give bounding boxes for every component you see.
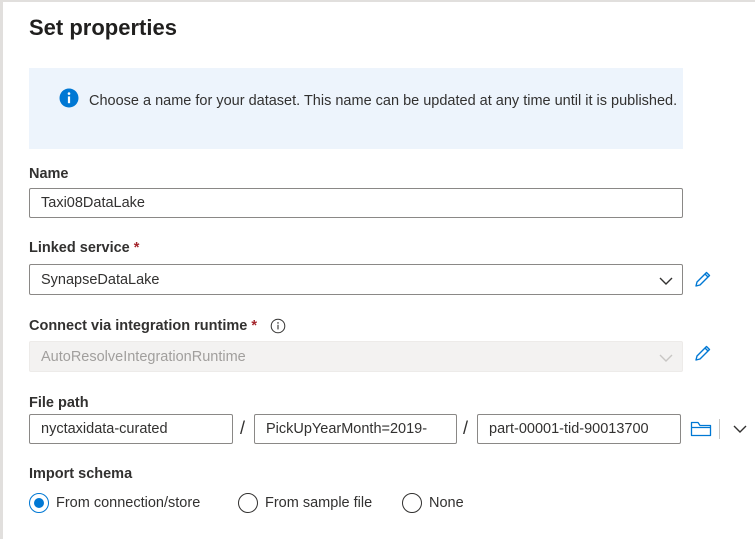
edit-linked-service-button[interactable] <box>691 267 715 291</box>
radio-label: From sample file <box>265 495 373 511</box>
integration-runtime-label-text: Connect via integration runtime <box>29 318 248 334</box>
chevron-down-icon <box>659 354 673 362</box>
folder-icon <box>690 421 712 437</box>
radio-circle <box>238 493 258 513</box>
integration-runtime-value: AutoResolveIntegrationRuntime <box>41 348 246 365</box>
radio-circle <box>29 493 49 513</box>
radio-from-connection-store[interactable]: From connection/store <box>29 493 200 513</box>
file-path-file-input[interactable]: part-00001-tid-90013700 <box>477 414 681 444</box>
info-message-bar: Choose a name for your dataset. This nam… <box>29 68 683 149</box>
radio-circle <box>402 493 422 513</box>
linked-service-dropdown[interactable]: SynapseDataLake <box>29 264 683 295</box>
file-path-directory-input[interactable]: PickUpYearMonth=2019- <box>254 414 457 444</box>
radio-label: From connection/store <box>56 495 201 511</box>
radio-label: None <box>429 495 464 511</box>
left-border <box>0 0 3 539</box>
info-message-text: Choose a name for your dataset. This nam… <box>89 93 678 109</box>
browse-options-button[interactable] <box>728 417 752 441</box>
file-path-label: File path <box>29 395 89 411</box>
radio-none[interactable]: None <box>402 493 464 513</box>
info-icon <box>59 88 79 108</box>
linked-service-label: Linked service * <box>29 240 139 256</box>
pencil-icon <box>695 345 711 361</box>
required-asterisk: * <box>251 318 257 334</box>
linked-service-value: SynapseDataLake <box>41 271 160 288</box>
chevron-down-icon <box>733 425 747 433</box>
name-label: Name <box>29 166 69 182</box>
page-title: Set properties <box>29 15 177 40</box>
divider <box>719 419 720 439</box>
info-tooltip-icon[interactable] <box>270 318 286 334</box>
linked-service-label-text: Linked service <box>29 240 130 256</box>
integration-runtime-label: Connect via integration runtime * <box>29 318 286 334</box>
chevron-down-icon <box>659 277 673 285</box>
required-asterisk: * <box>133 240 140 256</box>
import-schema-label: Import schema <box>29 466 133 482</box>
path-separator: / <box>463 418 469 438</box>
path-separator: / <box>240 418 246 438</box>
browse-button[interactable] <box>689 417 713 441</box>
name-input[interactable]: Taxi08DataLake <box>29 188 683 218</box>
radio-from-sample-file[interactable]: From sample file <box>238 493 372 513</box>
edit-integration-runtime-button[interactable] <box>691 341 715 365</box>
pencil-icon <box>695 271 711 287</box>
file-path-container-input[interactable]: nyctaxidata-curated <box>29 414 233 444</box>
top-border <box>0 0 755 2</box>
integration-runtime-dropdown: AutoResolveIntegrationRuntime <box>29 341 683 372</box>
